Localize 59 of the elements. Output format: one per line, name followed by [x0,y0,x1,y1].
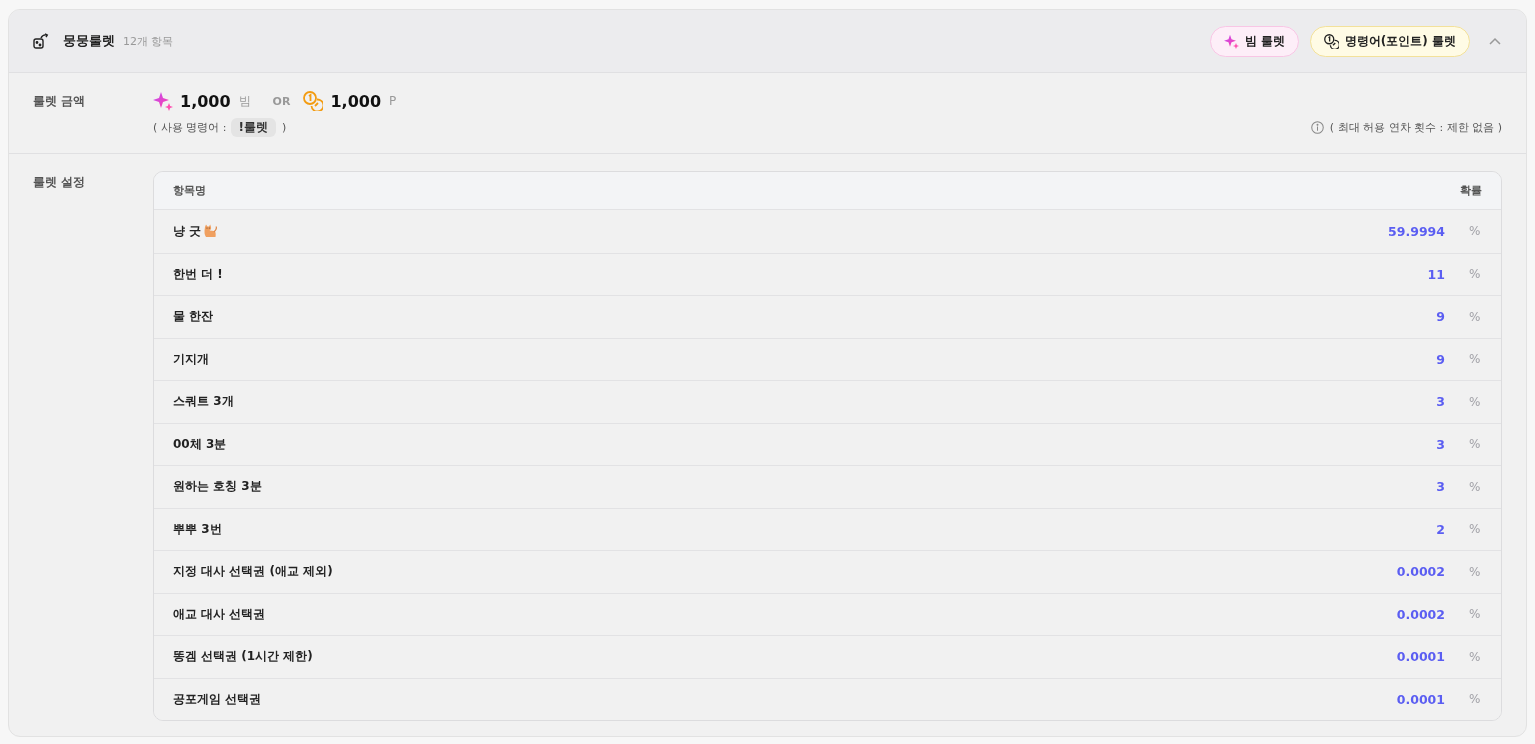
column-header: 항목명 [173,183,206,198]
percent-unit: % [1469,692,1481,707]
command-close: ) [282,120,287,134]
limit-note: ( 최대 허용 연차 횟수 : 제한 없음 ) [1329,119,1502,135]
command-chip: !룰렛 [230,117,276,137]
roulette-type-button[interactable]: 빔 룰렛 [1209,25,1299,57]
probability-value: 3 [1436,394,1445,410]
sparkle-icon [1223,33,1239,49]
price-value: 1,000 [180,91,231,111]
column-header: 확률 [1460,183,1482,198]
item-name: 지정 대사 선택권 (애교 제외) [173,563,333,581]
command-label: ( 사용 명령어 : [153,119,227,135]
percent-unit: % [1469,224,1481,239]
percent-unit: % [1469,522,1481,537]
roulette-title: 뭉뭉룰렛 [63,32,115,50]
item-name: 물 한잔 [173,308,214,326]
probability-value: 9 [1436,309,1445,325]
probability-value: 3 [1436,436,1445,452]
info-icon [1310,120,1324,134]
price-unit: 빔 [238,92,251,110]
item-name: 한번 더 ! [173,265,223,283]
percent-unit: % [1469,309,1481,324]
price-value: 1,000 [330,91,382,111]
probability-value: 0.0001 [1396,649,1445,665]
percent-unit: % [1469,479,1481,494]
sparkle-icon [153,91,173,111]
probability-value: 0.0002 [1396,606,1445,622]
percent-unit: % [1469,649,1481,664]
item-name: 애교 대사 선택권 [173,605,266,623]
percent-unit: % [1469,267,1481,282]
probability-value: 2 [1436,521,1445,537]
probability-value: 0.0001 [1396,691,1445,707]
item-name: 똥겜 선택권 (1시간 제한) [173,648,313,666]
row-label: 룰렛 금액 [33,93,87,110]
row-label: 룰렛 설정 [33,174,87,191]
probability-value: 11 [1427,266,1445,282]
probability-value: 3 [1436,479,1445,495]
roulette-type-button[interactable]: 명령어(포인트) 룰렛 [1309,25,1470,57]
percent-unit: % [1469,352,1481,367]
probability-value: 9 [1436,351,1445,367]
coin-icon [1323,33,1339,49]
coin-icon [303,91,324,111]
percent-unit: % [1469,564,1481,579]
or-separator: OR [272,94,291,108]
item-name: 기지개 [173,350,209,368]
item-name: 스쿼트 3개 [173,393,234,411]
item-name: 원하는 호칭 3분 [173,478,262,496]
percent-unit: % [1469,394,1481,409]
item-name: 냥 굿 [173,222,202,240]
percent-unit: % [1469,437,1481,452]
price-unit: P [389,94,397,108]
probability-value: 0.0002 [1396,564,1445,580]
dice-icon [33,33,49,49]
item-name: 뿌뿌 3번 [173,520,222,538]
probability-value: 59.9994 [1388,223,1445,239]
item-name: 공포게임 선택권 [173,690,262,708]
percent-unit: % [1469,607,1481,622]
item-name: 00체 3분 [173,435,227,453]
item-count: 12개 항목 [123,33,174,49]
